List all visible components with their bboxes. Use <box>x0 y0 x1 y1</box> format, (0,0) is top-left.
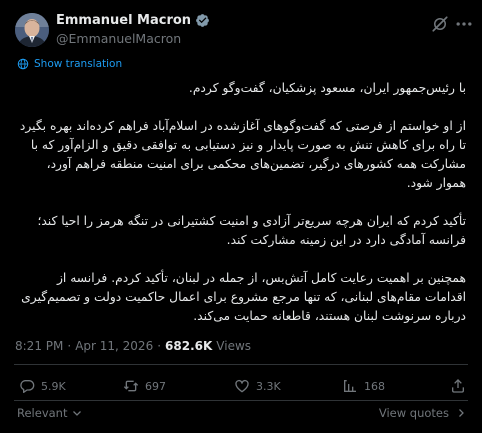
views-count: 682.6K <box>165 339 213 353</box>
chevron-right-icon <box>459 409 464 417</box>
verified-icon <box>196 14 209 27</box>
repost-button[interactable]: 697 <box>123 378 166 394</box>
reply-icon <box>20 380 35 393</box>
sort-replies-dropdown[interactable]: Relevant <box>17 406 83 420</box>
sort-replies-label: Relevant <box>17 406 68 420</box>
bookmark-icon <box>344 380 356 392</box>
view-quotes-link[interactable]: View quotes <box>379 406 467 420</box>
translate-icon <box>17 58 29 70</box>
like-count: 3.3K <box>256 379 281 393</box>
bookmark-count: 168 <box>364 379 385 393</box>
meta-separator: · <box>67 339 72 353</box>
tweet-paragraph: با رئیس‌جمهور ایران، مسعود پزشکیان، گفت‌… <box>188 81 466 95</box>
divider <box>14 400 468 401</box>
tweet-paragraph: همچنین بر اهمیت رعایت کامل آتش‌بس، از جم… <box>21 271 466 323</box>
author-display-name[interactable]: Emmanuel Macron <box>56 13 191 28</box>
tweet-post: Emmanuel Macron @EmmanuelMacron Show tra… <box>0 0 482 433</box>
tweet-text: با رئیس‌جمهور ایران، مسعود پزشکیان، گفت‌… <box>14 79 466 326</box>
views-label: Views <box>216 339 252 353</box>
author-handle[interactable]: @EmmanuelMacron <box>56 31 181 46</box>
divider <box>14 364 468 365</box>
tweet-date[interactable]: Apr 11, 2026 <box>75 339 153 353</box>
bookmark-button[interactable]: 168 <box>342 378 385 394</box>
tweet-meta: 8:21 PM · Apr 11, 2026 · 682.6K Views <box>15 339 251 353</box>
avatar[interactable] <box>15 13 49 47</box>
tweet-paragraph: از او خواستم از فرصتی که گفت‌وگوهای آغاز… <box>19 119 466 190</box>
meta-separator: · <box>157 339 162 353</box>
share-icon <box>452 379 464 393</box>
repost-count: 697 <box>145 379 166 393</box>
grok-icon[interactable] <box>431 15 449 33</box>
author-name-row: Emmanuel Macron <box>56 13 210 28</box>
share-button[interactable] <box>450 378 466 394</box>
avatar-image <box>15 13 49 47</box>
like-button[interactable]: 3.3K <box>234 378 281 394</box>
show-translation-link[interactable]: Show translation <box>17 58 122 70</box>
reply-button[interactable]: 5.9K <box>19 378 66 394</box>
repost-icon <box>123 380 139 392</box>
more-icon[interactable] <box>454 14 474 34</box>
action-bar: 5.9K 697 3.3K 168 <box>0 378 482 398</box>
like-icon <box>235 379 249 393</box>
reply-count: 5.9K <box>41 379 66 393</box>
show-translation-label: Show translation <box>34 58 123 70</box>
tweet-paragraph: تأکید کردم که ایران هرچه سریع‌تر آزادی و… <box>37 214 466 247</box>
view-quotes-label: View quotes <box>378 406 449 420</box>
chevron-down-icon <box>73 411 82 416</box>
tweet-time[interactable]: 8:21 PM <box>15 339 63 353</box>
